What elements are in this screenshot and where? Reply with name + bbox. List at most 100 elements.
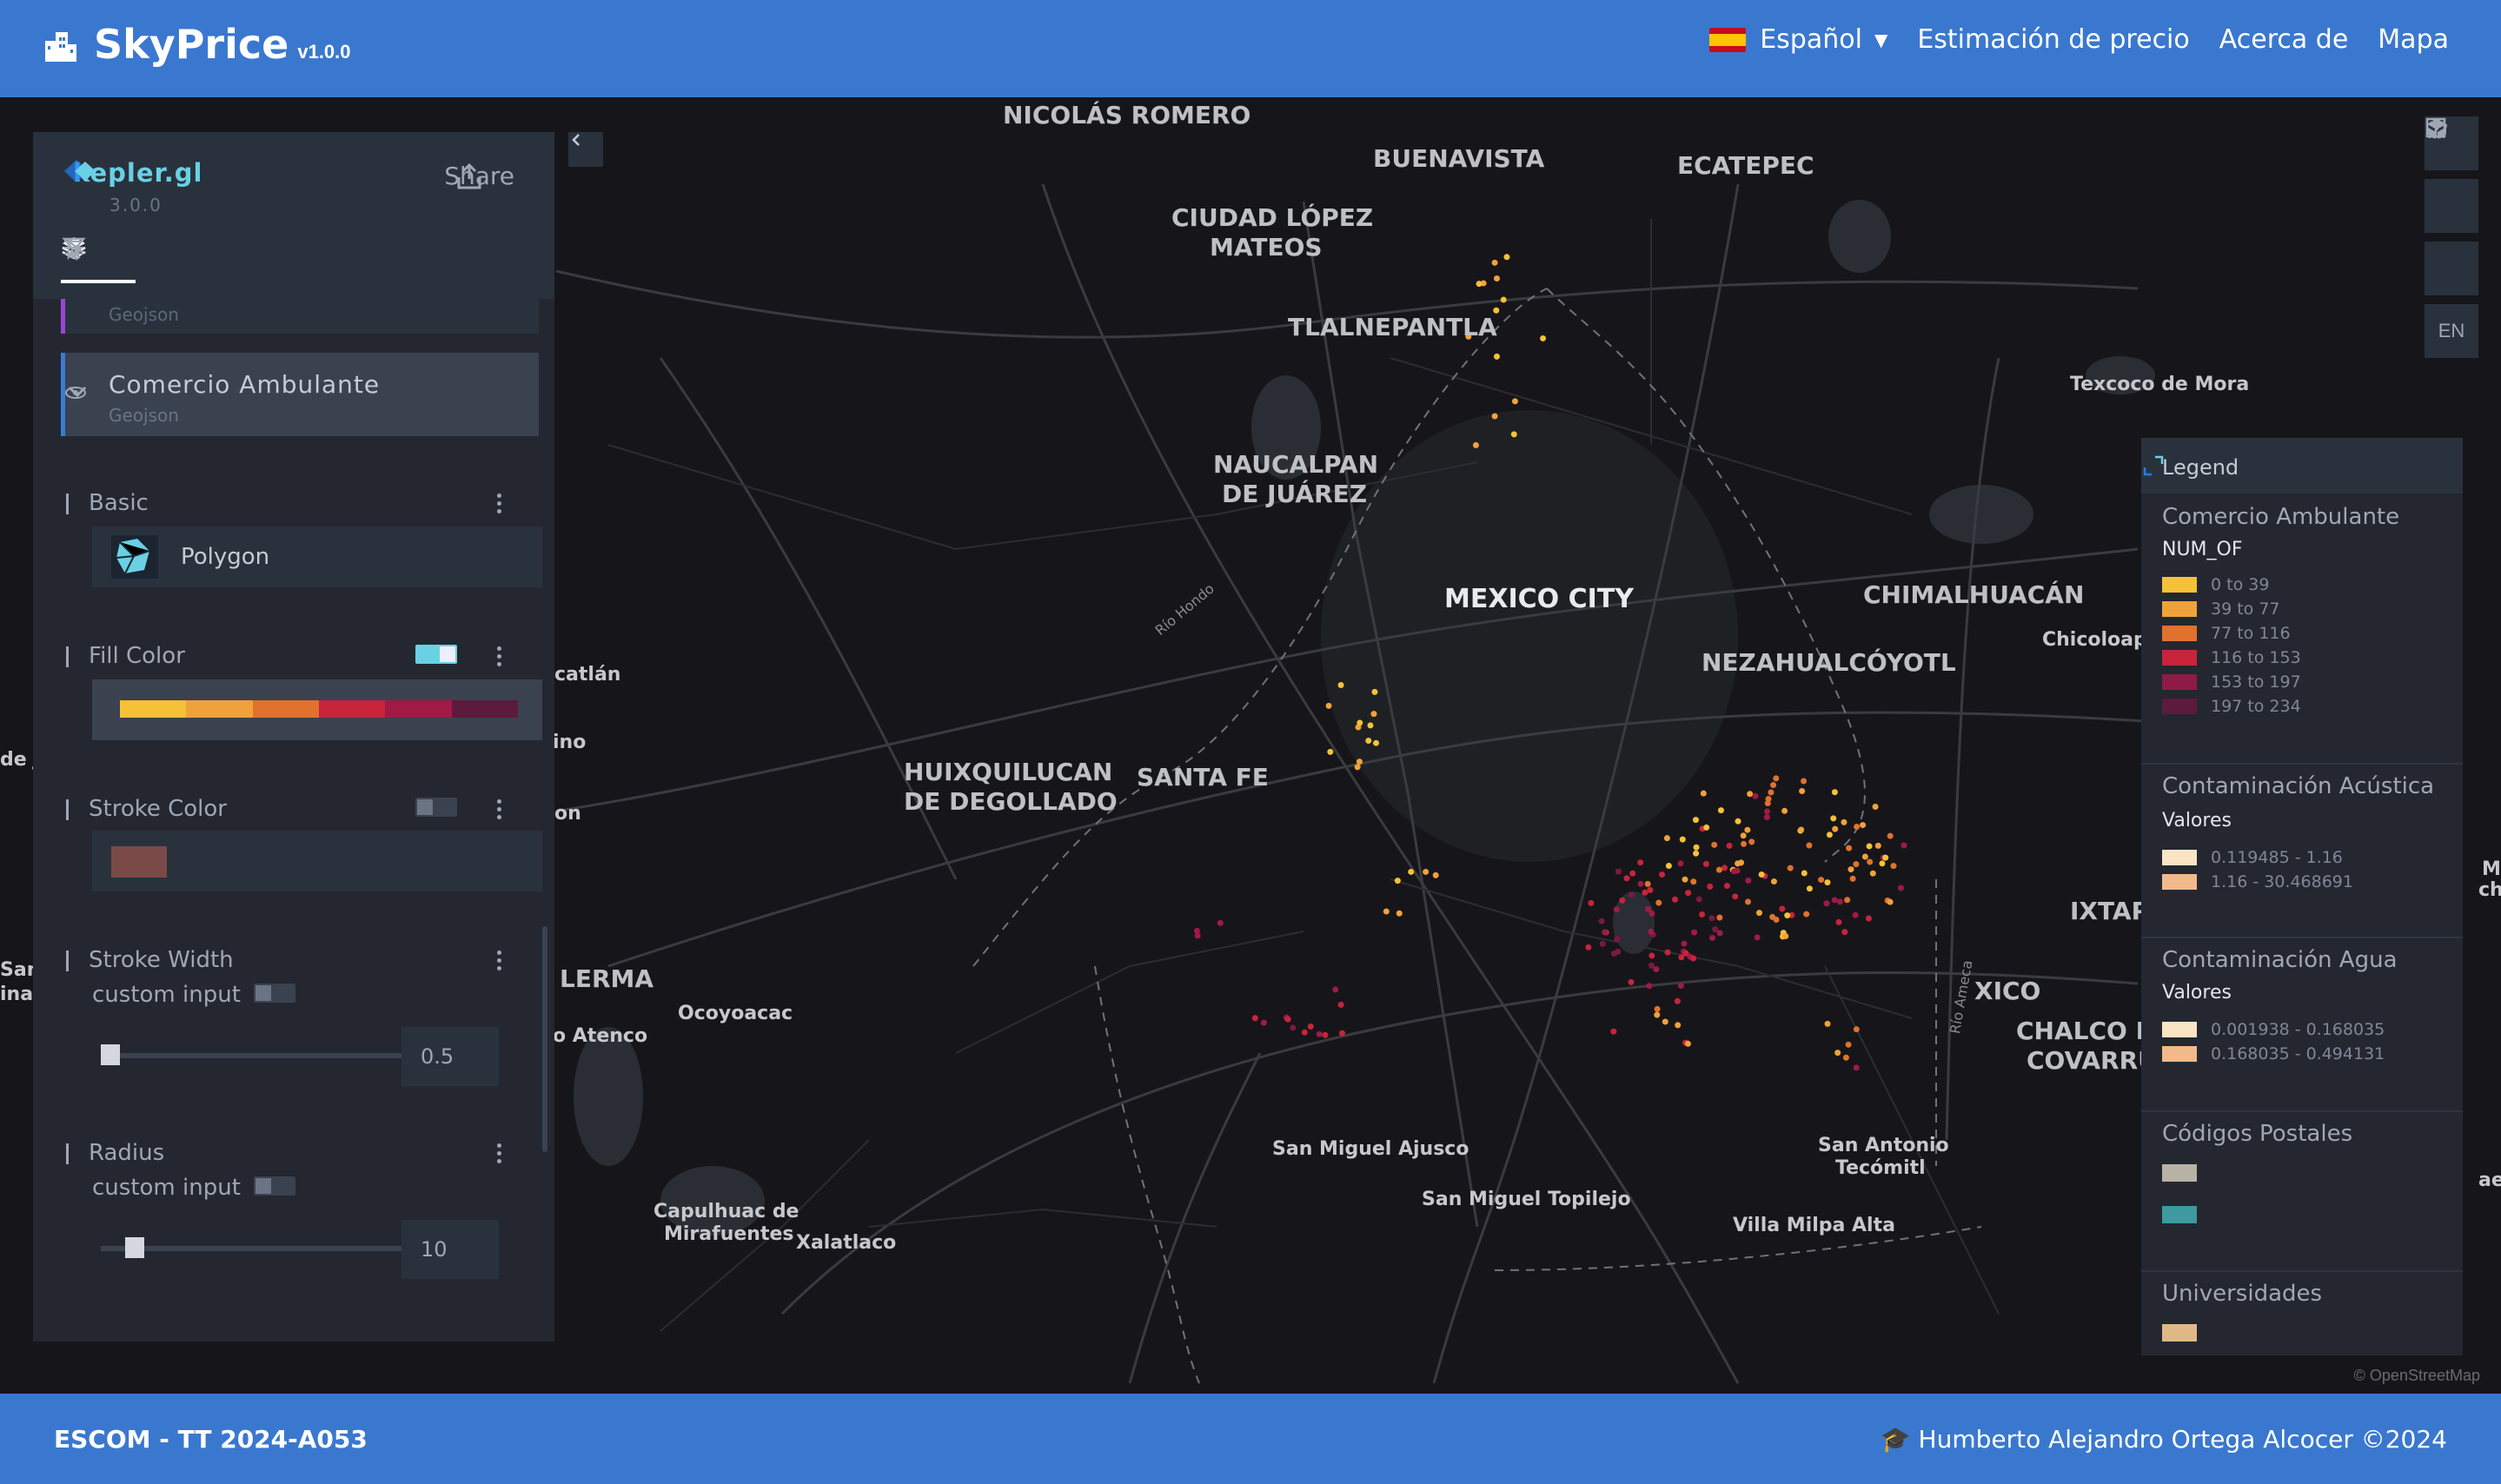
language-dropdown[interactable]: Español ▼: [1709, 24, 1887, 55]
map-data-point[interactable]: [1623, 875, 1630, 882]
map-data-point[interactable]: [1848, 866, 1854, 873]
map-data-point[interactable]: [1744, 898, 1751, 905]
map-data-point[interactable]: [1801, 778, 1808, 785]
map-data-point[interactable]: [1831, 789, 1838, 796]
map-canvas[interactable]: NICOLÁS ROMERO BUENAVISTA ECATEPEC CIUDA…: [0, 97, 2501, 1394]
tab-interactions[interactable]: [64, 235, 285, 283]
collapse-legend-icon[interactable]: [2141, 454, 2166, 478]
map-data-point[interactable]: [1765, 795, 1772, 802]
custom-input-toggle[interactable]: [254, 984, 295, 1003]
map-data-point[interactable]: [1716, 930, 1723, 937]
map-data-point[interactable]: [1836, 898, 1843, 905]
stroke-color-toggle[interactable]: [415, 798, 457, 817]
map-data-point[interactable]: [1647, 886, 1654, 893]
map-data-point[interactable]: [1882, 854, 1889, 861]
previous-layer-card[interactable]: Geojson: [61, 299, 539, 334]
custom-input-toggle[interactable]: [254, 1176, 295, 1196]
map-data-point[interactable]: [1614, 936, 1621, 943]
map-data-point[interactable]: [1325, 702, 1332, 709]
map-data-point[interactable]: [1290, 1024, 1297, 1031]
map-data-point[interactable]: [1691, 929, 1698, 936]
map-data-point[interactable]: [1383, 908, 1390, 915]
map-data-point[interactable]: [1782, 933, 1789, 940]
share-button[interactable]: Share: [444, 162, 514, 190]
map-data-point[interactable]: [1787, 865, 1794, 871]
map-data-point[interactable]: [1370, 711, 1377, 718]
map-data-point[interactable]: [1768, 789, 1775, 796]
map-data-point[interactable]: [1371, 688, 1378, 695]
map-data-point[interactable]: [1598, 918, 1605, 924]
map-data-point[interactable]: [1354, 764, 1361, 771]
map-data-point[interactable]: [1194, 932, 1201, 939]
map-data-point[interactable]: [1307, 1024, 1314, 1030]
map-data-point[interactable]: [1510, 431, 1517, 438]
nav-estimacion-precio[interactable]: Estimación de precio: [1917, 24, 2189, 55]
map-data-point[interactable]: [1763, 808, 1770, 815]
map-data-point[interactable]: [1830, 815, 1837, 822]
map-data-point[interactable]: [1695, 896, 1702, 903]
map-data-point[interactable]: [1887, 832, 1894, 839]
map-data-point[interactable]: [1818, 877, 1825, 884]
map-data-point[interactable]: [1648, 962, 1655, 969]
map-data-point[interactable]: [1732, 893, 1739, 900]
map-data-point[interactable]: [1723, 883, 1730, 890]
map-data-point[interactable]: [1849, 875, 1856, 882]
map-data-point[interactable]: [1615, 868, 1622, 875]
map-data-point[interactable]: [1770, 782, 1777, 789]
map-data-point[interactable]: [1700, 790, 1707, 797]
map-data-point[interactable]: [1322, 1031, 1329, 1038]
map-data-point[interactable]: [1853, 861, 1860, 868]
map-data-point[interactable]: [1867, 858, 1874, 865]
more-vertical-icon[interactable]: [497, 494, 502, 517]
map-data-point[interactable]: [1758, 871, 1765, 878]
map-data-point[interactable]: [1685, 890, 1692, 897]
map-data-point[interactable]: [1799, 788, 1806, 795]
map-data-point[interactable]: [1712, 926, 1719, 933]
map-data-point[interactable]: [1675, 1022, 1682, 1029]
layer-card-comercio-ambulante[interactable]: Comercio Ambulante Geojson: [61, 353, 539, 436]
map-data-point[interactable]: [1832, 825, 1839, 832]
map-data-point[interactable]: [1396, 910, 1403, 917]
stroke-color-selector[interactable]: [92, 831, 542, 891]
map-data-point[interactable]: [1748, 838, 1755, 845]
map-data-point[interactable]: [1664, 949, 1671, 956]
map-data-point[interactable]: [1217, 919, 1224, 926]
map-data-point[interactable]: [1747, 791, 1754, 798]
map-data-point[interactable]: [1734, 867, 1741, 874]
map-data-point[interactable]: [1637, 859, 1644, 866]
map-data-point[interactable]: [1693, 850, 1700, 857]
map-data-point[interactable]: [1773, 775, 1780, 782]
map-data-point[interactable]: [1332, 986, 1339, 993]
more-vertical-icon[interactable]: [497, 799, 502, 823]
map-data-point[interactable]: [1755, 910, 1762, 917]
map-data-point[interactable]: [1769, 913, 1776, 920]
map-data-point[interactable]: [1841, 929, 1848, 936]
map-data-point[interactable]: [1684, 1040, 1691, 1047]
map-data-point[interactable]: [1803, 911, 1810, 918]
map-data-point[interactable]: [1665, 863, 1672, 870]
nav-mapa[interactable]: Mapa: [2378, 24, 2449, 55]
map-data-point[interactable]: [1735, 818, 1741, 825]
panel-scrollbar[interactable]: [542, 926, 547, 1152]
map-data-point[interactable]: [1853, 1026, 1860, 1033]
map-data-point[interactable]: [1394, 878, 1401, 884]
map-data-point[interactable]: [1681, 940, 1688, 947]
3d-map-button[interactable]: [2425, 119, 2478, 233]
map-data-point[interactable]: [1841, 818, 1848, 825]
map-data-point[interactable]: [1784, 912, 1791, 919]
brand[interactable]: SkyPrice v1.0.0: [43, 21, 351, 68]
map-data-point[interactable]: [1854, 824, 1861, 831]
map-data-point[interactable]: [1493, 275, 1500, 282]
map-data-point[interactable]: [1806, 885, 1813, 892]
map-data-point[interactable]: [1337, 1001, 1344, 1008]
map-data-point[interactable]: [1735, 860, 1741, 867]
map-data-point[interactable]: [1824, 879, 1831, 886]
map-data-point[interactable]: [1637, 880, 1644, 887]
map-data-point[interactable]: [1690, 878, 1697, 885]
layer-type-selector[interactable]: Polygon: [92, 527, 542, 587]
map-data-point[interactable]: [1744, 826, 1751, 833]
map-data-point[interactable]: [1408, 868, 1415, 875]
fill-color-toggle[interactable]: [415, 645, 457, 664]
map-data-point[interactable]: [1798, 826, 1805, 833]
map-data-point[interactable]: [1357, 719, 1363, 726]
